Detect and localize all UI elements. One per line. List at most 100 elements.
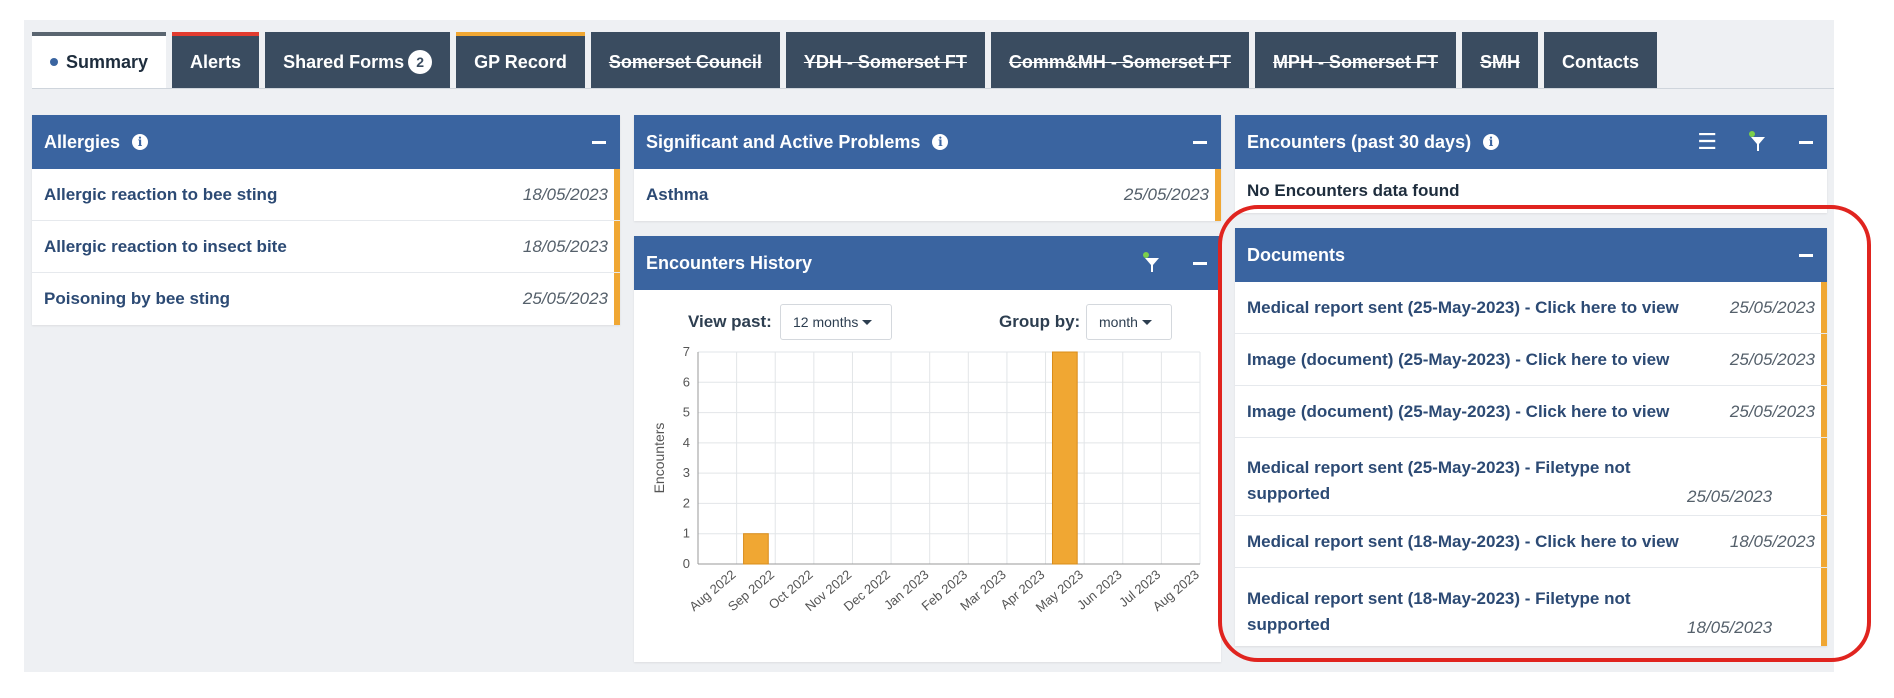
- item-text: Asthma: [646, 185, 709, 204]
- panel-title: Encounters (past 30 days): [1247, 131, 1472, 152]
- tab-label: MPH - Somerset FT: [1272, 51, 1438, 72]
- document-link[interactable]: Medical report sent (25-May-2023) - File…: [1247, 455, 1677, 507]
- tab-somerset-council[interactable]: Somerset Council: [590, 32, 780, 88]
- view-past-label: View past:: [688, 312, 772, 331]
- document-row[interactable]: Image (document) (25-May-2023) - Click h…: [1235, 334, 1827, 386]
- group-by-label: Group by:: [999, 312, 1081, 331]
- y-axis-label: Encounters: [651, 423, 667, 494]
- document-row[interactable]: Medical report sent (25-May-2023) - Clic…: [1235, 282, 1827, 334]
- y-tick-label: 0: [683, 556, 690, 571]
- document-row[interactable]: Medical report sent (18-May-2023) - File…: [1235, 568, 1827, 646]
- info-icon[interactable]: i: [932, 134, 949, 150]
- tab-label: Contacts: [1561, 51, 1639, 72]
- encounters-recent-panel: Encounters (past 30 days) i ☰ No Encount…: [1235, 115, 1827, 213]
- caret-down-icon: [1141, 319, 1152, 325]
- encounters-chart: 01234567Aug 2022Sep 2022Oct 2022Nov 2022…: [651, 344, 1202, 615]
- tab-bar: Summary Alerts Shared Forms 2 GP Record …: [32, 32, 1663, 88]
- panel-header: Encounters (past 30 days) i ☰: [1235, 115, 1827, 169]
- panel-title: Allergies: [44, 131, 121, 152]
- filter-icon[interactable]: [1747, 131, 1769, 153]
- y-tick-label: 3: [683, 465, 690, 480]
- document-link[interactable]: Medical report sent (18-May-2023) - Clic…: [1247, 532, 1720, 552]
- tab-label: GP Record: [474, 51, 567, 72]
- document-row[interactable]: Image (document) (25-May-2023) - Click h…: [1235, 386, 1827, 438]
- tab-smh[interactable]: SMH: [1461, 32, 1538, 88]
- problems-panel: Significant and Active Problems i Asthma…: [634, 115, 1221, 221]
- view-past-select[interactable]: 12 months: [780, 304, 892, 340]
- list-item[interactable]: Allergic reaction to bee sting 18/05/202…: [32, 169, 620, 221]
- tab-label: Summary: [66, 51, 149, 72]
- collapse-icon[interactable]: [592, 140, 606, 144]
- y-tick-label: 2: [683, 495, 690, 510]
- caret-down-icon: [862, 319, 873, 325]
- documents-panel: Documents Medical report sent (25-May-20…: [1235, 228, 1827, 646]
- tab-divider: [32, 88, 1834, 89]
- info-icon[interactable]: i: [1483, 134, 1500, 150]
- chart-bar: [1051, 351, 1078, 565]
- list-item[interactable]: Asthma 25/05/2023: [634, 169, 1221, 221]
- tab-label: SMH: [1479, 51, 1520, 72]
- tab-label: Comm&MH - Somerset FT: [1008, 51, 1231, 72]
- collapse-icon[interactable]: [1799, 140, 1813, 144]
- tab-shared-forms[interactable]: Shared Forms 2: [265, 32, 451, 88]
- item-date: 18/05/2023: [522, 236, 608, 256]
- document-date: 18/05/2023: [1687, 618, 1773, 637]
- selected-value: month: [1099, 314, 1138, 330]
- document-row[interactable]: Medical report sent (18-May-2023) - Clic…: [1235, 516, 1827, 568]
- document-date: 25/05/2023: [1729, 401, 1815, 421]
- panel-header: Allergies i: [32, 115, 620, 169]
- document-link[interactable]: Medical report sent (18-May-2023) - File…: [1247, 586, 1677, 638]
- selected-value: 12 months: [793, 314, 859, 330]
- document-date: 18/05/2023: [1729, 531, 1815, 551]
- item-text: Poisoning by bee sting: [44, 289, 231, 308]
- tab-contacts[interactable]: Contacts: [1543, 32, 1657, 88]
- document-date: 25/05/2023: [1729, 297, 1815, 317]
- panel-header: Encounters History: [634, 236, 1221, 290]
- tab-label: Shared Forms: [283, 51, 405, 72]
- encounters-history-panel: Encounters History View past: 12 months …: [634, 236, 1221, 662]
- document-link[interactable]: Image (document) (25-May-2023) - Click h…: [1247, 402, 1720, 422]
- tab-label: Somerset Council: [608, 51, 762, 72]
- collapse-icon[interactable]: [1193, 261, 1207, 265]
- y-tick-label: 6: [683, 374, 690, 389]
- document-link[interactable]: Image (document) (25-May-2023) - Click h…: [1247, 350, 1720, 370]
- panel-header: Documents: [1235, 228, 1827, 282]
- panel-title: Documents: [1247, 244, 1346, 265]
- filter-icon[interactable]: [1141, 252, 1163, 274]
- tab-gp-record[interactable]: GP Record: [456, 32, 585, 88]
- document-date: 25/05/2023: [1687, 487, 1773, 506]
- document-row[interactable]: Medical report sent (25-May-2023) - File…: [1235, 438, 1827, 516]
- collapse-icon[interactable]: [1193, 140, 1207, 144]
- item-text: Allergic reaction to insect bite: [44, 236, 287, 256]
- document-date: 25/05/2023: [1729, 349, 1815, 369]
- y-tick-label: 4: [683, 435, 690, 450]
- y-tick-label: 1: [683, 526, 690, 541]
- item-date: 25/05/2023: [522, 289, 608, 308]
- collapse-icon[interactable]: [1799, 253, 1813, 257]
- info-icon[interactable]: i: [132, 134, 149, 150]
- tab-label: Alerts: [190, 51, 242, 72]
- y-tick-label: 5: [683, 405, 690, 420]
- group-by-select[interactable]: month: [1086, 304, 1172, 340]
- list-item[interactable]: Poisoning by bee sting 25/05/2023: [32, 273, 620, 325]
- item-date: 18/05/2023: [522, 184, 608, 204]
- item-date: 25/05/2023: [1123, 185, 1209, 204]
- allergies-panel: Allergies i Allergic reaction to bee sti…: [32, 115, 620, 325]
- panel-title: Significant and Active Problems: [646, 131, 921, 152]
- chart-bar: [743, 533, 769, 565]
- tab-summary[interactable]: Summary: [32, 32, 167, 88]
- tab-comm-mh-somerset-ft[interactable]: Comm&MH - Somerset FT: [990, 32, 1249, 88]
- tab-mph-somerset-ft[interactable]: MPH - Somerset FT: [1254, 32, 1456, 88]
- document-link[interactable]: Medical report sent (25-May-2023) - Clic…: [1247, 298, 1720, 318]
- list-icon[interactable]: ☰: [1697, 131, 1717, 153]
- list-item[interactable]: Allergic reaction to insect bite 18/05/2…: [32, 221, 620, 273]
- panel-title: Encounters History: [646, 252, 813, 273]
- y-tick-label: 7: [683, 344, 690, 359]
- empty-message: No Encounters data found: [1235, 169, 1827, 213]
- item-text: Allergic reaction to bee sting: [44, 184, 278, 204]
- count-badge: 2: [408, 50, 433, 74]
- tab-ydh-somerset-ft[interactable]: YDH - Somerset FT: [785, 32, 985, 88]
- tab-alerts[interactable]: Alerts: [172, 32, 260, 88]
- tab-label: YDH - Somerset FT: [803, 51, 967, 72]
- active-dot-icon: [50, 58, 58, 66]
